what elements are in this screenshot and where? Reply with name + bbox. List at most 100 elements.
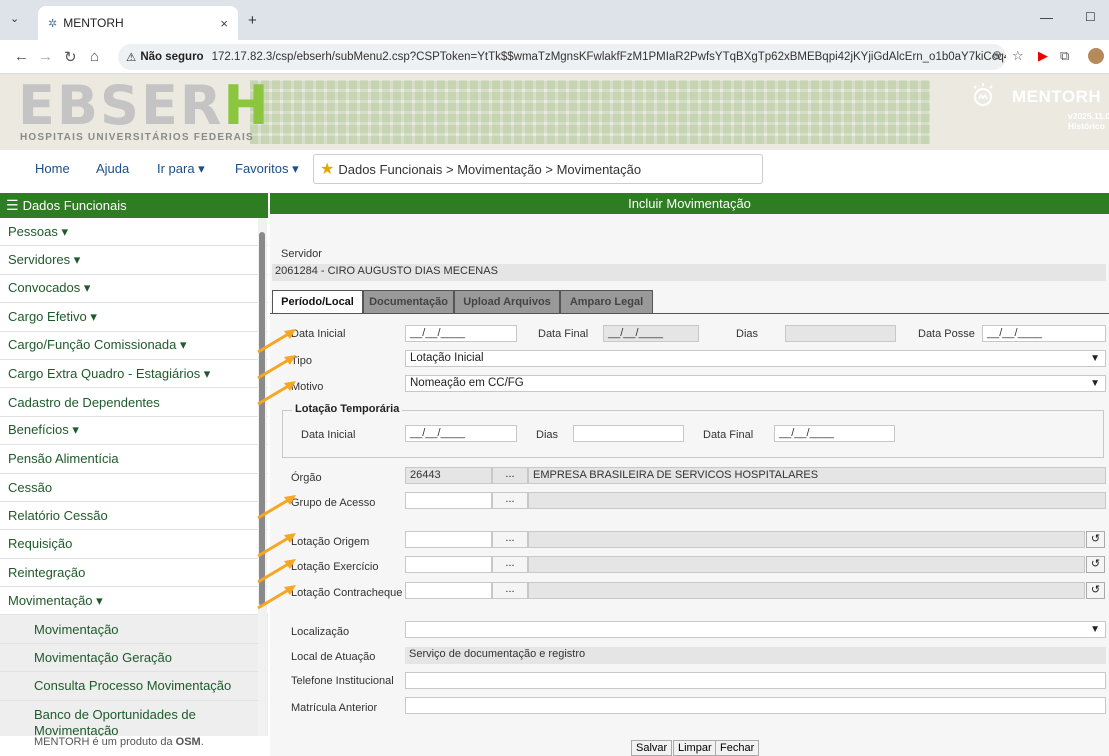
tab-list-icon[interactable]: ⌄ <box>10 12 19 25</box>
data-inicial-input[interactable]: __/__/____ <box>405 325 517 342</box>
annotation-arrow-icon <box>257 355 296 380</box>
lotacao-contracheque-input[interactable] <box>405 582 492 599</box>
tab-amparo-legal[interactable]: Amparo Legal <box>560 290 653 314</box>
motivo-select[interactable]: Nomeação em CC/FG ▼ <box>405 375 1106 392</box>
extensions-puzzle-icon[interactable]: ⧉ <box>1060 48 1069 64</box>
sidebar-item-cargo-efetivo[interactable]: Cargo Efetivo ▾ <box>0 303 268 332</box>
localizacao-select[interactable]: ▼ <box>405 621 1106 638</box>
url-text: 172.17.82.3/csp/ebserh/subMenu2.csp?CSPT… <box>211 51 1006 63</box>
data-final-input[interactable]: __/__/____ <box>603 325 699 342</box>
lt-data-final-input[interactable]: __/__/____ <box>774 425 895 442</box>
extension-icon[interactable]: ▶ <box>1038 48 1048 64</box>
dias-input[interactable] <box>785 325 896 342</box>
new-tab-icon[interactable]: + <box>248 12 257 29</box>
servidor-label: Servidor <box>281 248 322 260</box>
sidebar-item-consulta-processo[interactable]: Consulta Processo Movimentação <box>0 672 268 701</box>
sidebar-item-banco-oportunidades[interactable]: Banco de Oportunidades de Movimentação <box>0 700 268 736</box>
favicon-icon: ✲ <box>48 17 58 30</box>
favorite-star-icon[interactable]: ★ <box>320 159 334 179</box>
tab-divider <box>270 313 1109 314</box>
sidebar-item-cessao[interactable]: Cessão <box>0 473 268 502</box>
grupo-acesso-lookup-button[interactable]: ... <box>492 492 528 509</box>
lotacao-origem-lookup-button[interactable]: ... <box>492 531 528 548</box>
lotacao-origem-input[interactable] <box>405 531 492 548</box>
sidebar-item-requisicao[interactable]: Requisição <box>0 530 268 559</box>
close-button[interactable]: Fechar <box>715 740 760 756</box>
menu-icon[interactable]: ☰ <box>6 197 19 214</box>
sidebar-item-movimentacao-group[interactable]: Movimentação ▾ <box>0 587 268 616</box>
sidebar-item-pessoas[interactable]: Pessoas ▾ <box>0 218 268 247</box>
history-link[interactable]: Histórico <box>1068 121 1109 131</box>
sidebar-item-relatorio-cessao[interactable]: Relatório Cessão <box>0 501 268 531</box>
lotacao-exercicio-lookup-button[interactable]: ... <box>492 556 528 573</box>
menu-home[interactable]: Home <box>35 161 70 176</box>
lotacao-exercicio-label: Lotação Exercício <box>291 561 379 573</box>
menu-favorites[interactable]: Favoritos ▾ <box>235 161 299 177</box>
minimize-icon[interactable]: — <box>1040 10 1053 25</box>
sidebar-item-pensao[interactable]: Pensão Alimentícia <box>0 445 268 474</box>
browser-tab[interactable]: ✲ MENTORH × <box>38 6 238 40</box>
sidebar-item-servidores[interactable]: Servidores ▾ <box>0 246 268 275</box>
warning-icon: ⚠ <box>126 52 137 64</box>
sidebar-item-convocados[interactable]: Convocados ▾ <box>0 274 268 304</box>
localizacao-label: Localização <box>291 626 350 638</box>
save-button[interactable]: Salvar <box>631 740 673 756</box>
tab-upload-arquivos[interactable]: Upload Arquivos <box>454 290 560 314</box>
lotacao-exercicio-input[interactable] <box>405 556 492 573</box>
grupo-acesso-input[interactable] <box>405 492 492 509</box>
sidebar-item-extra-quadro[interactable]: Cargo Extra Quadro - Estagiários ▾ <box>0 359 268 389</box>
tab-documentacao[interactable]: Documentação <box>363 290 454 314</box>
lotacao-origem-desc <box>528 531 1085 548</box>
lt-dias-input[interactable] <box>573 425 684 442</box>
url-input[interactable]: ⚠ Não seguro 172.17.82.3/csp/ebserh/subM… <box>118 44 1006 70</box>
chevron-down-icon: ▼ <box>1090 624 1100 635</box>
logo-subtitle: HOSPITAIS UNIVERSITÁRIOS FEDERAIS <box>20 132 254 143</box>
close-tab-icon[interactable]: × <box>220 16 228 31</box>
lotacao-contracheque-refresh-icon[interactable]: ↺ <box>1086 582 1105 599</box>
browser-tab-bar: ⌄ ✲ MENTORH × + — ☐ <box>0 0 1109 40</box>
servidor-value: 2061284 - CIRO AUGUSTO DIAS MECENAS <box>272 264 1106 281</box>
lotacao-contracheque-lookup-button[interactable]: ... <box>492 582 528 599</box>
telefone-input[interactable] <box>405 672 1106 689</box>
tab-title: MENTORH <box>63 16 124 30</box>
tab-periodo-local[interactable]: Período/Local <box>272 290 363 314</box>
version-info[interactable]: v2025.11.00 Histórico <box>1068 111 1109 131</box>
local-atuacao-value: Serviço de documentação e registro <box>405 647 1106 664</box>
data-posse-input[interactable]: __/__/____ <box>982 325 1106 342</box>
annotation-arrow-icon <box>257 381 296 406</box>
logo-h: H <box>223 74 271 137</box>
form-title: Incluir Movimentação <box>270 193 1109 214</box>
reload-icon[interactable]: ↻ <box>64 48 77 66</box>
local-atuacao-label: Local de Atuação <box>291 651 376 663</box>
sidebar-item-dependentes[interactable]: Cadastro de Dependentes <box>0 388 268 417</box>
menu-goto[interactable]: Ir para ▾ <box>157 161 205 177</box>
lotacao-exercicio-refresh-icon[interactable]: ↺ <box>1086 556 1105 573</box>
lt-data-inicial-label: Data Inicial <box>301 429 356 441</box>
orgao-lookup-button[interactable]: ... <box>492 467 528 484</box>
back-icon[interactable]: ← <box>14 48 29 65</box>
sidebar-title: Dados Funcionais <box>22 198 127 213</box>
bookmark-star-icon[interactable]: ☆ <box>1012 48 1024 64</box>
profile-avatar[interactable] <box>1088 48 1104 64</box>
sidebar-item-reintegracao[interactable]: Reintegração <box>0 558 268 588</box>
clear-button[interactable]: Limpar <box>673 740 717 756</box>
sidebar-item-movimentacao-geracao[interactable]: Movimentação Geração <box>0 643 268 673</box>
sidebar-item-cargo-funcao[interactable]: Cargo/Função Comissionada ▾ <box>0 331 268 360</box>
sidebar-header[interactable]: ☰ Dados Funcionais <box>0 193 268 218</box>
maximize-icon[interactable]: ☐ <box>1085 10 1096 24</box>
sidebar-item-beneficios[interactable]: Benefícios ▾ <box>0 416 268 446</box>
matricula-input[interactable] <box>405 697 1106 714</box>
home-icon[interactable]: ⌂ <box>90 48 99 65</box>
version-number: v2025.11.00 <box>1068 111 1109 121</box>
menu-help[interactable]: Ajuda <box>96 161 129 176</box>
lotacao-origem-refresh-icon[interactable]: ↺ <box>1086 531 1105 548</box>
tipo-select[interactable]: Lotação Inicial ▼ <box>405 350 1106 367</box>
lt-dias-label: Dias <box>536 429 559 441</box>
tipo-value: Lotação Inicial <box>410 352 484 364</box>
lt-data-inicial-input[interactable]: __/__/____ <box>405 425 517 442</box>
forward-icon[interactable]: → <box>38 48 53 65</box>
annotation-arrow-icon <box>257 559 296 584</box>
lotacao-temporaria-legend: Lotação Temporária <box>292 403 403 415</box>
zoom-icon[interactable]: ⊕ <box>992 48 1002 62</box>
sidebar-item-movimentacao[interactable]: Movimentação <box>0 615 268 644</box>
